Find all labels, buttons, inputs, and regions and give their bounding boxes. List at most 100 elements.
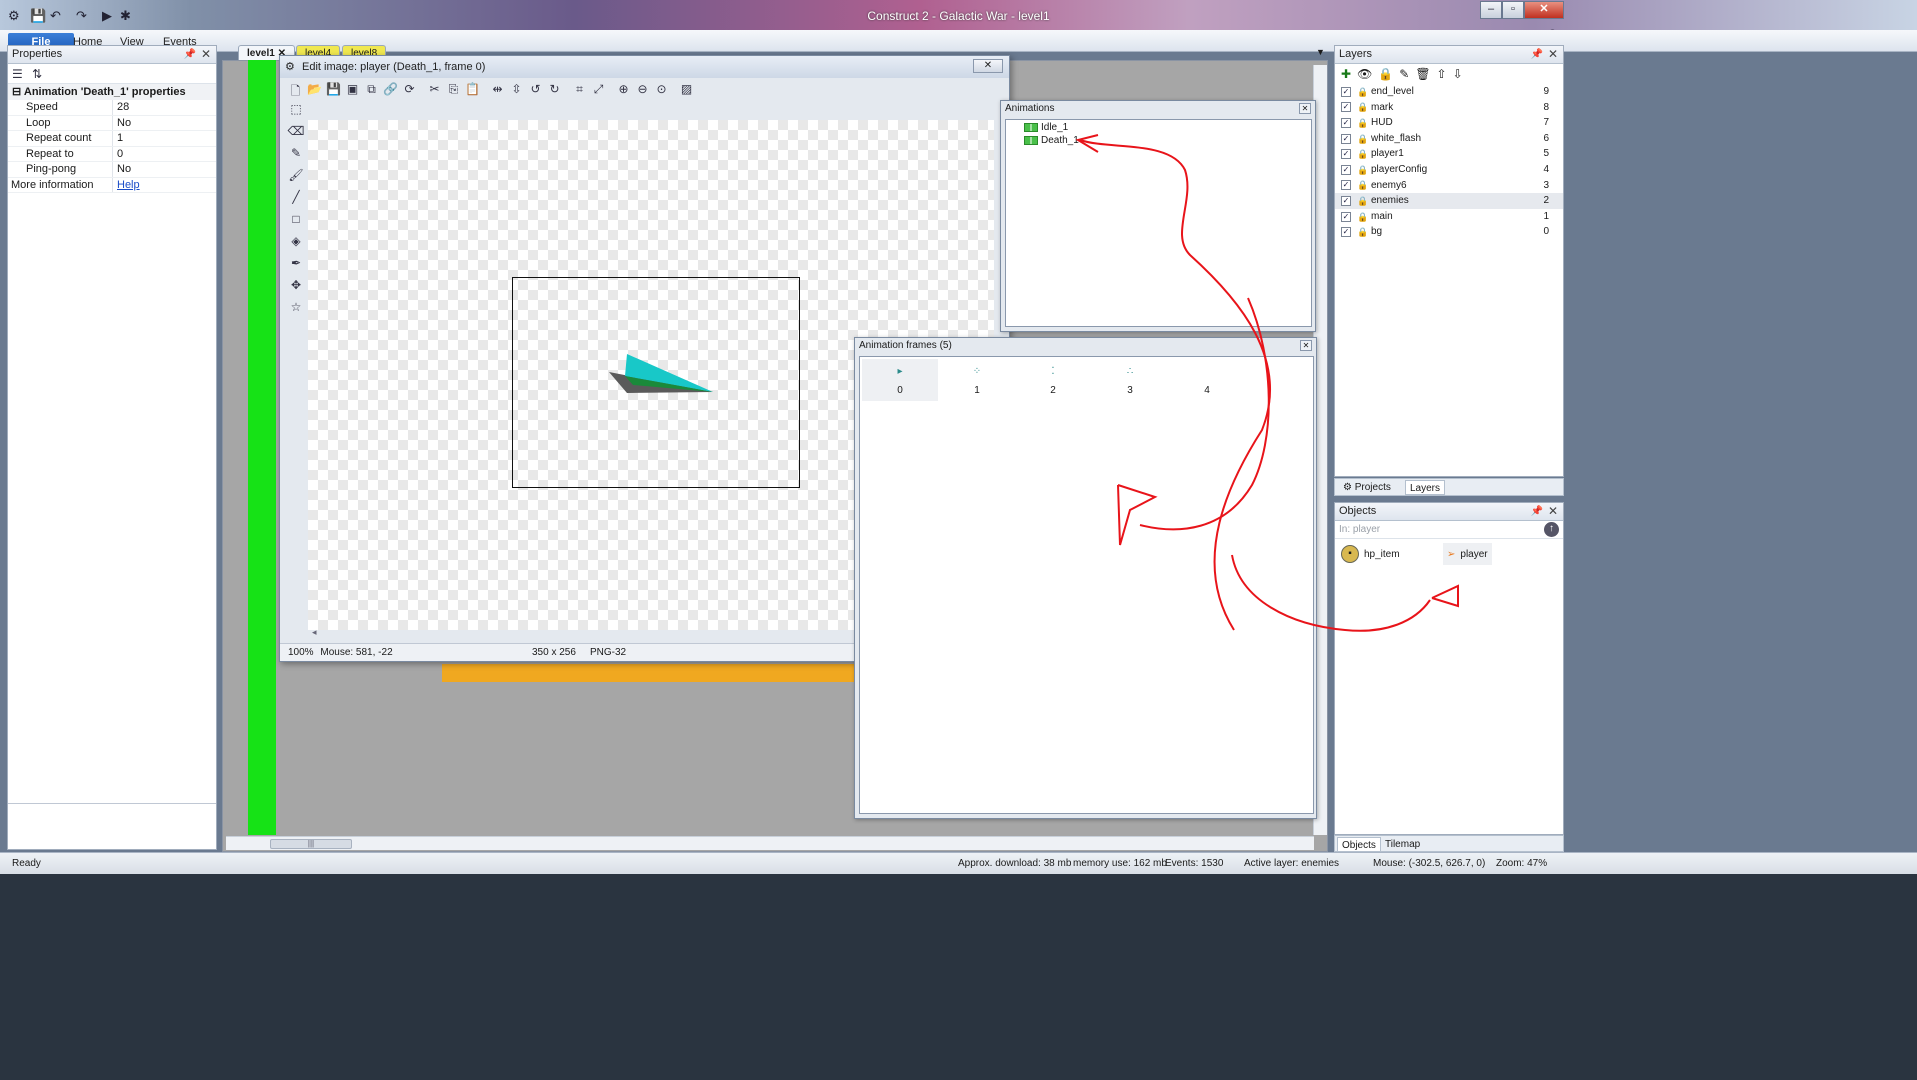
visibility-checkbox[interactable]: ✓: [1341, 133, 1351, 144]
layer-player1[interactable]: ✓ 🔒 player1 5: [1335, 146, 1563, 162]
layer-bg[interactable]: ✓ 🔒 bg 0: [1335, 224, 1563, 240]
property-loop[interactable]: Loop No: [8, 115, 216, 131]
zoom-reset-icon[interactable]: ⊙: [654, 82, 669, 102]
flip-horizontal-icon[interactable]: ⇹: [490, 82, 505, 102]
properties-section-header[interactable]: ⊟ Animation 'Death_1' properties: [8, 84, 216, 100]
scroll-thumb[interactable]: |||: [270, 839, 352, 849]
frame-4[interactable]: 4: [1169, 359, 1245, 401]
lock-icon[interactable]: 🔒: [1357, 180, 1368, 190]
color-picker-icon[interactable]: ✒: [286, 256, 306, 270]
property-repeat-count[interactable]: Repeat count 1: [8, 131, 216, 147]
move-down-icon[interactable]: ⇩: [1453, 67, 1463, 81]
open-icon[interactable]: 📂: [307, 82, 322, 102]
lock-icon[interactable]: 🔒: [1378, 67, 1393, 81]
lock-icon[interactable]: 🔒: [1357, 227, 1368, 237]
layout-horizontal-scrollbar[interactable]: |||: [226, 836, 1314, 850]
visibility-checkbox[interactable]: ✓: [1341, 149, 1351, 160]
save-icon[interactable]: 💾: [326, 82, 341, 102]
pin-icon[interactable]: 📌: [184, 46, 196, 63]
object-player[interactable]: ➢ player: [1443, 543, 1492, 565]
export-icon[interactable]: ⧉: [364, 82, 379, 102]
paste-icon[interactable]: 📋: [465, 82, 480, 102]
close-icon[interactable]: ✕: [201, 46, 211, 63]
refresh-icon[interactable]: ⟳: [402, 82, 417, 102]
lock-icon[interactable]: 🔒: [1357, 196, 1368, 206]
move-up-icon[interactable]: ⇧: [1437, 67, 1447, 81]
rectangle-select-icon[interactable]: ⬚: [286, 102, 306, 116]
lock-icon[interactable]: 🔒: [1357, 165, 1368, 175]
toggle-visibility-icon[interactable]: 👁: [1357, 67, 1372, 81]
rotate-cw-icon[interactable]: ↻: [547, 82, 562, 102]
new-icon[interactable]: 🗋: [288, 82, 303, 102]
visibility-checkbox[interactable]: ✓: [1341, 227, 1351, 238]
edit-image-close-button[interactable]: ✕: [973, 59, 1003, 73]
animation-idle-1[interactable]: Idle_1: [1006, 121, 1311, 134]
tab-dropdown-icon[interactable]: ▼: [1316, 47, 1325, 57]
close-icon[interactable]: ✕: [1300, 340, 1312, 351]
layer-player-config[interactable]: ✓ 🔒 playerConfig 4: [1335, 162, 1563, 178]
tab-objects[interactable]: Objects: [1337, 837, 1381, 852]
frame-3[interactable]: ∴ 3: [1092, 359, 1168, 401]
close-icon[interactable]: ✕: [1299, 103, 1311, 114]
resize-icon[interactable]: ⤢: [591, 82, 606, 102]
link-icon[interactable]: 🔗: [383, 82, 398, 102]
lock-icon[interactable]: 🔒: [1357, 134, 1368, 144]
fill-icon[interactable]: ◈: [286, 234, 306, 248]
sort-alpha-icon[interactable]: ⇅: [32, 67, 42, 81]
property-ping-pong[interactable]: Ping-pong No: [8, 162, 216, 178]
lock-icon[interactable]: 🔒: [1357, 87, 1368, 97]
pencil-icon[interactable]: ✎: [286, 146, 306, 160]
object-hp-item[interactable]: ▪ hp_item: [1341, 543, 1400, 565]
maximize-button[interactable]: ▫: [1502, 1, 1524, 19]
layer-mark[interactable]: ✓ 🔒 mark 8: [1335, 100, 1563, 116]
tab-layers[interactable]: Layers: [1405, 480, 1446, 495]
rectangle-icon[interactable]: □: [286, 212, 306, 226]
collision-polygon-icon[interactable]: ☆: [286, 300, 306, 314]
layer-white-flash[interactable]: ✓ 🔒 white_flash 6: [1335, 131, 1563, 147]
help-link[interactable]: Help: [113, 178, 140, 193]
close-icon[interactable]: ✕: [1548, 503, 1558, 520]
property-repeat-to[interactable]: Repeat to 0: [8, 146, 216, 162]
categorized-icon[interactable]: ☰: [12, 67, 23, 81]
layer-end-level[interactable]: ✓ 🔒 end_level 9: [1335, 84, 1563, 100]
property-speed[interactable]: Speed 28: [8, 100, 216, 116]
tab-tilemap[interactable]: Tilemap: [1381, 837, 1424, 852]
visibility-checkbox[interactable]: ✓: [1341, 195, 1351, 206]
up-folder-icon[interactable]: ↑: [1544, 522, 1559, 537]
visibility-checkbox[interactable]: ✓: [1341, 180, 1351, 191]
frame-2[interactable]: ⁚ 2: [1015, 359, 1091, 401]
edit-layer-icon[interactable]: ✎: [1399, 67, 1409, 81]
line-icon[interactable]: ╱: [286, 190, 306, 204]
frame-1[interactable]: ⁘ 1: [939, 359, 1015, 401]
zoom-out-icon[interactable]: ⊖: [635, 82, 650, 102]
pin-icon[interactable]: 📌: [1531, 46, 1543, 63]
rotate-ccw-icon[interactable]: ↺: [528, 82, 543, 102]
objects-filter[interactable]: In: player ↑: [1335, 521, 1563, 539]
image-settings-icon[interactable]: ▨: [679, 82, 694, 102]
copy-icon[interactable]: ⎘: [446, 82, 461, 102]
close-icon[interactable]: ✕: [1548, 46, 1558, 63]
visibility-checkbox[interactable]: ✓: [1341, 86, 1351, 97]
visibility-checkbox[interactable]: ✓: [1341, 102, 1351, 113]
visibility-checkbox[interactable]: ✓: [1341, 164, 1351, 175]
layer-hud[interactable]: ✓ 🔒 HUD 7: [1335, 115, 1563, 131]
collapse-icon[interactable]: ⊟: [12, 86, 21, 98]
lock-icon[interactable]: 🔒: [1357, 118, 1368, 128]
crop-icon[interactable]: ⌗: [572, 82, 587, 102]
animation-death-1[interactable]: Death_1: [1006, 134, 1311, 147]
lock-icon[interactable]: 🔒: [1357, 149, 1368, 159]
visibility-checkbox[interactable]: ✓: [1341, 211, 1351, 222]
origin-point-icon[interactable]: ✥: [286, 278, 306, 292]
zoom-in-icon[interactable]: ⊕: [616, 82, 631, 102]
save-as-icon[interactable]: ▣: [345, 82, 360, 102]
minimize-button[interactable]: –: [1480, 1, 1502, 19]
lock-icon[interactable]: 🔒: [1357, 102, 1368, 112]
close-window-button[interactable]: ✕: [1524, 1, 1564, 19]
layer-enemies[interactable]: ✓ 🔒 enemies 2: [1335, 193, 1563, 209]
frame-0[interactable]: ▸ 0: [862, 359, 938, 401]
scroll-left-icon[interactable]: ◂: [312, 627, 317, 638]
delete-layer-icon[interactable]: 🗑: [1415, 67, 1430, 81]
layer-main[interactable]: ✓ 🔒 main 1: [1335, 209, 1563, 225]
pin-icon[interactable]: 📌: [1531, 503, 1543, 520]
brush-icon[interactable]: 🖌: [286, 168, 306, 182]
